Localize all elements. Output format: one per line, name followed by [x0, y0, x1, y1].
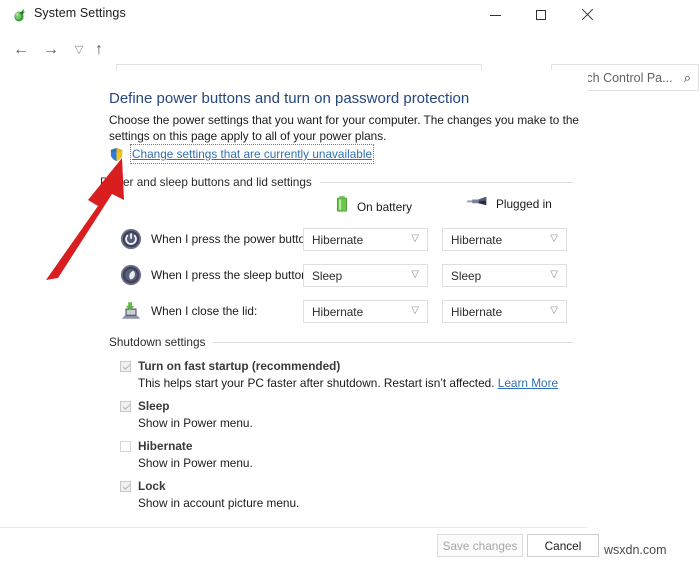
chevron-down-icon: ▽ — [550, 233, 558, 244]
search-icon: ⌕ — [683, 70, 691, 85]
lock-label: Lock — [138, 479, 166, 493]
change-settings-link[interactable]: Change settings that are currently unava… — [132, 147, 372, 161]
chevron-down-icon: ▽ — [550, 305, 558, 316]
setting-row-close-lid: When I close the lid: Hibernate ▽ Hibern… — [120, 300, 580, 326]
battery-icon — [335, 194, 349, 219]
screenshot-root: System Settings ← → ▽ ↑ Search Control P… — [0, 0, 700, 563]
power-plug-icon — [466, 194, 488, 213]
column-header-plugged-in: Plugged in — [466, 194, 552, 213]
chevron-down-icon: ▽ — [550, 269, 558, 280]
annotation-arrow — [46, 158, 124, 280]
power-button-plugged-in-dropdown[interactable]: Hibernate ▽ — [442, 228, 567, 251]
maximize-button[interactable] — [519, 0, 563, 30]
hibernate-description: Show in Power menu. — [138, 456, 253, 470]
setting-row-sleep-button: When I press the sleep button: Sleep ▽ S… — [120, 264, 580, 290]
close-icon — [581, 9, 593, 21]
chevron-down-icon: ▽ — [411, 269, 419, 280]
fast-startup-description-text: This helps start your PC faster after sh… — [138, 376, 495, 390]
dropdown-value: Hibernate — [312, 232, 364, 247]
cancel-button[interactable]: Cancel — [527, 534, 599, 557]
dropdown-value: Hibernate — [451, 304, 503, 319]
window-title: System Settings — [34, 6, 126, 20]
dropdown-value: Sleep — [312, 268, 343, 283]
close-lid-label: When I close the lid: — [151, 304, 258, 318]
sleep-checkbox[interactable] — [120, 401, 131, 412]
power-plan-icon — [12, 7, 28, 23]
hibernate-label: Hibernate — [138, 439, 193, 453]
up-arrow-icon: ↑ — [95, 41, 103, 58]
save-changes-button[interactable]: Save changes — [437, 534, 523, 557]
column-header-on-battery: On battery — [335, 194, 412, 219]
chevron-down-icon: ▽ — [74, 43, 84, 56]
sleep-description: Show in Power menu. — [138, 416, 253, 430]
minimize-button[interactable] — [473, 0, 517, 30]
lock-description: Show in account picture menu. — [138, 496, 300, 510]
back-arrow-icon: ← — [13, 41, 29, 58]
back-button[interactable]: ← — [8, 36, 34, 64]
minimize-icon — [489, 14, 501, 16]
maximize-icon — [536, 10, 546, 20]
sleep-button-on-battery-dropdown[interactable]: Sleep ▽ — [303, 264, 428, 287]
chevron-down-icon: ▽ — [411, 233, 419, 244]
content-area: Define power buttons and turn on passwor… — [0, 70, 588, 527]
plugged-in-label: Plugged in — [496, 196, 552, 211]
hibernate-checkbox[interactable] — [120, 441, 131, 452]
dropdown-value: Hibernate — [312, 304, 364, 319]
navigation-bar: ← → ▽ ↑ « Power Options — [0, 30, 699, 91]
on-battery-label: On battery — [357, 199, 413, 214]
sleep-button-plugged-in-dropdown[interactable]: Sleep ▽ — [442, 264, 567, 287]
setting-row-power-button: When I press the power button: Hibernate… — [120, 228, 580, 254]
sleep-button-label: When I press the sleep button: — [151, 268, 312, 282]
title-bar: System Settings — [0, 0, 588, 30]
power-section-header: Power and sleep buttons and lid settings — [100, 175, 573, 189]
chevron-down-icon: ▽ — [411, 305, 419, 316]
fast-startup-label: Turn on fast startup (recommended) — [138, 359, 341, 373]
power-button-label: When I press the power button: — [151, 232, 315, 246]
up-one-level-button[interactable]: ↑ — [86, 36, 112, 64]
close-button[interactable] — [565, 0, 609, 30]
laptop-lid-icon — [120, 300, 142, 322]
dropdown-value: Sleep — [451, 268, 482, 283]
shutdown-section-label: Shutdown settings — [109, 335, 206, 349]
watermark: wsxdn.com — [604, 543, 667, 557]
page-description: Choose the power settings that you want … — [109, 113, 579, 143]
divider — [319, 181, 573, 183]
forward-arrow-icon: → — [43, 41, 59, 58]
fast-startup-description: This helps start your PC faster after sh… — [138, 376, 558, 390]
close-lid-on-battery-dropdown[interactable]: Hibernate ▽ — [303, 300, 428, 323]
fast-startup-checkbox[interactable] — [120, 361, 131, 372]
admin-link-row[interactable]: Change settings that are currently unava… — [109, 144, 375, 164]
close-lid-plugged-in-dropdown[interactable]: Hibernate ▽ — [442, 300, 567, 323]
footer-bar: Save changes Cancel — [0, 527, 599, 561]
admin-link-focus-box: Change settings that are currently unava… — [130, 144, 375, 164]
divider — [213, 341, 573, 343]
forward-button[interactable]: → — [38, 36, 64, 64]
page-title: Define power buttons and turn on passwor… — [109, 90, 470, 107]
shutdown-section-header: Shutdown settings — [109, 335, 573, 349]
power-button-on-battery-dropdown[interactable]: Hibernate ▽ — [303, 228, 428, 251]
sleep-label: Sleep — [138, 399, 170, 413]
learn-more-link[interactable]: Learn More — [498, 376, 558, 390]
dropdown-value: Hibernate — [451, 232, 503, 247]
lock-checkbox[interactable] — [120, 481, 131, 492]
